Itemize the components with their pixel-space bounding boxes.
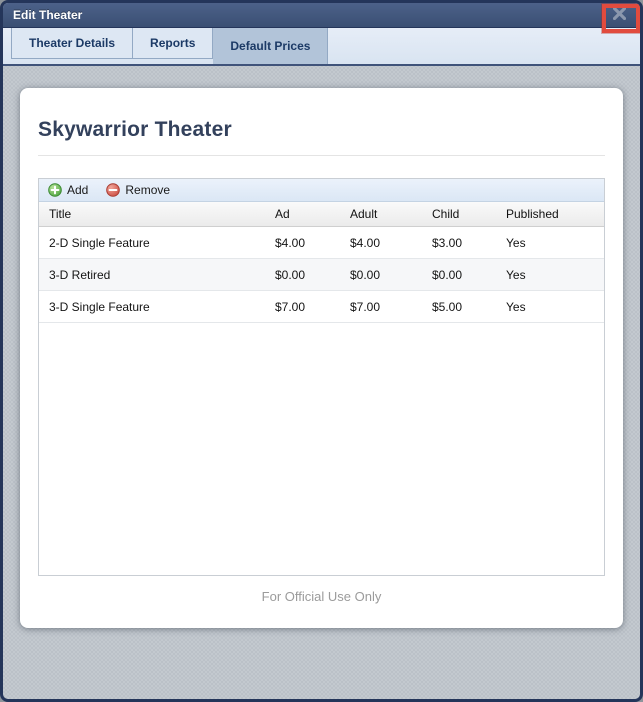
- cell-child: $3.00: [422, 236, 496, 250]
- grid-empty-area: [39, 323, 604, 575]
- tab-label: Theater Details: [29, 36, 115, 50]
- dialog-title: Edit Theater: [13, 8, 82, 22]
- cell-published: Yes: [496, 300, 604, 314]
- cell-title: 3-D Single Feature: [39, 300, 265, 314]
- heading-divider: [38, 155, 605, 156]
- remove-button[interactable]: Remove: [106, 183, 170, 197]
- column-header-child[interactable]: Child: [422, 207, 496, 221]
- official-use-note: For Official Use Only: [38, 589, 605, 604]
- dialog-titlebar: Edit Theater: [3, 3, 640, 28]
- minus-circle-icon: [106, 183, 120, 197]
- tab-label: Reports: [150, 36, 195, 50]
- cell-ad: $4.00: [265, 236, 340, 250]
- prices-grid: Add: [38, 178, 605, 576]
- cell-published: Yes: [496, 236, 604, 250]
- add-button-label: Add: [67, 183, 88, 197]
- tab-strip: Theater Details Reports Default Prices: [3, 28, 640, 66]
- default-prices-panel: Skywarrior Theater: [20, 88, 623, 628]
- cell-child: $0.00: [422, 268, 496, 282]
- x-close-icon: [613, 7, 626, 25]
- cell-adult: $7.00: [340, 300, 422, 314]
- add-button[interactable]: Add: [48, 183, 88, 197]
- edit-theater-dialog: Edit Theater Theater Details Reports Def…: [0, 0, 643, 702]
- plus-circle-icon: [48, 183, 62, 197]
- cell-ad: $7.00: [265, 300, 340, 314]
- close-button[interactable]: [608, 7, 630, 25]
- cell-child: $5.00: [422, 300, 496, 314]
- tab-default-prices[interactable]: Default Prices: [213, 28, 328, 64]
- column-header-title[interactable]: Title: [39, 207, 265, 221]
- remove-button-label: Remove: [125, 183, 170, 197]
- cell-ad: $0.00: [265, 268, 340, 282]
- table-row[interactable]: 2-D Single Feature $4.00 $4.00 $3.00 Yes: [39, 227, 604, 259]
- column-header-ad[interactable]: Ad: [265, 207, 340, 221]
- column-header-published[interactable]: Published: [496, 207, 604, 221]
- grid-header-row: Title Ad Adult Child Published: [39, 202, 604, 227]
- column-header-adult[interactable]: Adult: [340, 207, 422, 221]
- tab-theater-details[interactable]: Theater Details: [11, 28, 133, 59]
- cell-title: 3-D Retired: [39, 268, 265, 282]
- cell-title: 2-D Single Feature: [39, 236, 265, 250]
- tab-reports[interactable]: Reports: [133, 28, 213, 59]
- cell-adult: $0.00: [340, 268, 422, 282]
- cell-published: Yes: [496, 268, 604, 282]
- grid-toolbar: Add: [39, 179, 604, 202]
- cell-adult: $4.00: [340, 236, 422, 250]
- table-row[interactable]: 3-D Retired $0.00 $0.00 $0.00 Yes: [39, 259, 604, 291]
- table-row[interactable]: 3-D Single Feature $7.00 $7.00 $5.00 Yes: [39, 291, 604, 323]
- theater-name-heading: Skywarrior Theater: [38, 118, 605, 142]
- tab-label: Default Prices: [230, 39, 310, 53]
